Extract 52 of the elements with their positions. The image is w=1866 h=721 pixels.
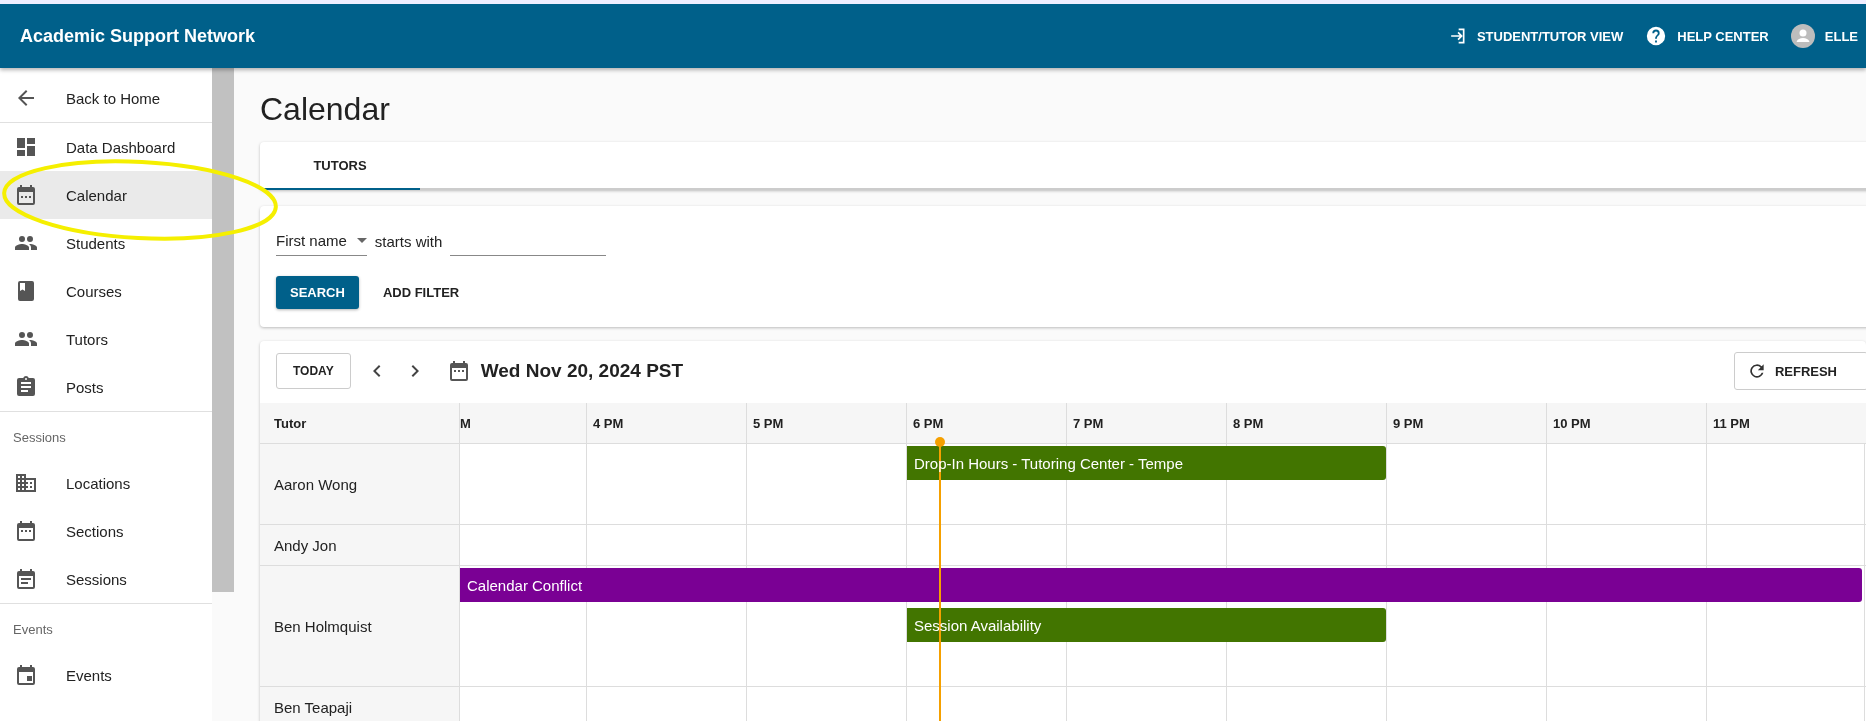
nav-item[interactable]: Sessions bbox=[0, 555, 212, 603]
nav-item[interactable]: Data Dashboard bbox=[0, 123, 212, 171]
nav-item[interactable]: Courses bbox=[0, 267, 212, 315]
nav-item[interactable]: Locations bbox=[0, 459, 212, 507]
hour-header: 7 PM bbox=[1067, 403, 1227, 444]
hour-header: 11 PM bbox=[1707, 403, 1866, 444]
nav-item[interactable]: Tutors bbox=[0, 315, 212, 363]
calendar-icon bbox=[14, 567, 38, 591]
operator-label: starts with bbox=[374, 232, 443, 250]
refresh-button[interactable]: REFRESH bbox=[1733, 352, 1866, 391]
tutor-name: Ben Holmquist bbox=[260, 566, 460, 687]
calendar-icon bbox=[14, 663, 38, 687]
hour-header: M bbox=[460, 403, 587, 444]
nav-item[interactable]: Calendar bbox=[0, 171, 212, 219]
hour-header: 10 PM bbox=[1547, 403, 1707, 444]
hour-header: 8 PM bbox=[1227, 403, 1387, 444]
clipboard-icon bbox=[14, 375, 38, 399]
add-filter-button[interactable]: ADD FILTER bbox=[378, 276, 464, 310]
view-switch-button[interactable]: STUDENT/TUTOR VIEW bbox=[1442, 20, 1628, 52]
nav-item[interactable]: Back to Home bbox=[0, 74, 212, 122]
help-center-button[interactable]: HELP CENTER bbox=[1641, 19, 1773, 53]
date-label: Wed Nov 20, 2024 PST bbox=[480, 360, 684, 383]
tutor-name: Andy Jon bbox=[260, 525, 460, 566]
section-label: Events bbox=[12, 621, 54, 639]
tab[interactable]: TUTORS bbox=[260, 142, 420, 191]
dashboard-icon bbox=[14, 135, 38, 159]
avatar-icon bbox=[1790, 24, 1815, 48]
building-icon bbox=[14, 471, 38, 495]
tutor-name: Ben Teapaji bbox=[260, 687, 460, 721]
calendar-icon bbox=[14, 183, 38, 207]
search-button[interactable]: SEARCH bbox=[276, 276, 359, 310]
nav-item[interactable]: Sections bbox=[0, 507, 212, 555]
caret-icon bbox=[356, 238, 367, 244]
app-title: Academic Support Network bbox=[20, 25, 256, 47]
hour-header: 9 PM bbox=[1387, 403, 1547, 444]
hour-header: 5 PM bbox=[747, 403, 907, 444]
field-select[interactable]: First name bbox=[276, 226, 367, 257]
tutor-name: Aaron Wong bbox=[260, 444, 460, 525]
user-menu-button[interactable]: ELLE bbox=[1786, 18, 1862, 54]
help-icon bbox=[1645, 25, 1668, 47]
page-title: Calendar bbox=[260, 90, 391, 129]
nav-item[interactable]: Students bbox=[0, 219, 212, 267]
today-button[interactable]: TODAY bbox=[276, 353, 351, 390]
scrollbar[interactable] bbox=[212, 68, 234, 592]
chevron-right-icon bbox=[410, 365, 419, 378]
nav-item[interactable]: Events bbox=[0, 651, 212, 699]
nav-item[interactable]: Posts bbox=[0, 363, 212, 411]
event-block[interactable]: Calendar Conflict bbox=[460, 568, 1862, 603]
section-label: Sessions bbox=[12, 429, 67, 447]
calendar-icon bbox=[14, 519, 38, 543]
chevron-left-icon bbox=[372, 365, 381, 378]
hour-header: 4 PM bbox=[587, 403, 747, 444]
